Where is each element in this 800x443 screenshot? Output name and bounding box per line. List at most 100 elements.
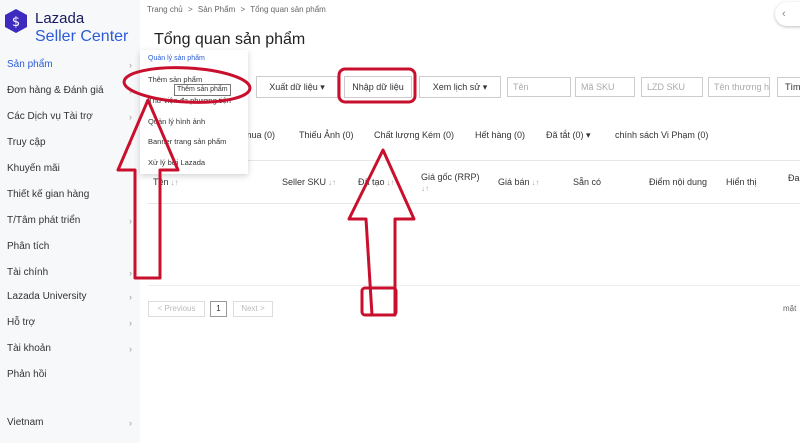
breadcrumb-products[interactable]: Sản Phẩm <box>198 5 235 14</box>
sidebar-item-label: Phản hồi <box>7 369 47 380</box>
sidebar-item-promotions[interactable]: Khuyến mãi <box>0 156 140 182</box>
sidebar-item-account[interactable]: Tài khoản › <box>0 336 140 362</box>
column-price[interactable]: Giá bán ↓↑ <box>498 161 540 205</box>
find-button[interactable]: Tìm <box>777 77 800 97</box>
filter-tab-poor-quality[interactable]: Chất lượng Kém (0) <box>374 130 454 140</box>
breadcrumb-home[interactable]: Trang chủ <box>147 5 183 14</box>
sort-icon: ↓↑ <box>386 177 395 187</box>
filter-tab-policy-violation[interactable]: chính sách Vi Phạm (0) <box>615 130 708 140</box>
collapse-panel-button[interactable]: ‹ <box>775 2 800 26</box>
lazada-heart-icon: $ <box>5 9 27 33</box>
submenu-media-library[interactable]: Thư viện đa phương tiện <box>148 96 231 105</box>
chevron-right-icon: › <box>129 138 132 148</box>
chevron-right-icon: › <box>129 344 132 354</box>
country-label: Vietnam <box>7 417 44 428</box>
sidebar-item-university[interactable]: Lazada University › <box>0 284 140 310</box>
sidebar-item-support[interactable]: Hỗ trợ › <box>0 310 140 336</box>
chevron-right-icon: › <box>129 268 132 278</box>
sidebar-item-label: Khuyến mãi <box>7 163 60 174</box>
import-data-button[interactable]: Nhập dữ liệu <box>344 76 412 98</box>
column-content-score: Điểm nội dung <box>649 177 708 188</box>
breadcrumb-current: Tổng quan sản phẩm <box>250 5 326 14</box>
pagination-page-1[interactable]: 1 <box>210 301 227 317</box>
sidebar-item-label: Truy cập <box>7 137 46 148</box>
sku-search-input[interactable]: Mã SKU <box>575 77 635 97</box>
country-selector[interactable]: Vietnam › <box>0 410 140 436</box>
sidebar-item-growth-center[interactable]: T/Tâm phát triển › <box>0 208 140 234</box>
products-submenu: Quản lý sản phẩm Thêm sản phẩm Thư viện … <box>140 50 248 174</box>
sidebar-item-label: Đơn hàng & Đánh giá <box>7 85 104 96</box>
brand-search-input[interactable]: Tên thương h <box>708 77 770 97</box>
sidebar-item-sponsored[interactable]: Các Dịch vụ Tài trợ › <box>0 104 140 130</box>
history-label: Xem lịch sử <box>432 82 481 92</box>
add-product-tooltip: Thêm sản phẩm <box>174 84 231 96</box>
column-label: Tên <box>153 177 169 188</box>
view-history-button[interactable]: Xem lịch sử ▾ <box>419 76 501 98</box>
sidebar-item-label: Hỗ trợ <box>7 317 36 328</box>
sidebar-item-store-design[interactable]: Thiết kế gian hàng <box>0 182 140 208</box>
app-root: $ Lazada Seller Center Sản phẩm › Đơn hàn… <box>0 0 800 443</box>
sidebar-item-feedback[interactable]: Phản hồi <box>0 362 140 388</box>
chevron-right-icon: › <box>129 216 132 226</box>
per-page-label: mặt <box>783 304 797 313</box>
sidebar-item-products[interactable]: Sản phẩm › <box>0 52 140 78</box>
filter-tab-out-of-stock[interactable]: Hết hàng (0) <box>475 130 525 140</box>
submenu-add-product[interactable]: Thêm sản phẩm <box>148 75 202 84</box>
sort-icon: ↓↑ <box>531 177 540 187</box>
lazada-logo[interactable]: $ Lazada Seller Center <box>4 4 139 48</box>
submenu-product-banner[interactable]: Banner trang sản phẩm <box>148 137 226 146</box>
export-data-button[interactable]: Xuất dữ liệu ▾ <box>256 76 338 98</box>
submenu-fulfilled-by-lazada[interactable]: Xử lý bởi Lazada <box>148 158 205 167</box>
breadcrumb-separator: > <box>240 5 246 14</box>
submenu-header: Quản lý sản phẩm <box>148 55 205 62</box>
chevron-right-icon: › <box>129 318 132 328</box>
sidebar-item-traffic[interactable]: Truy cập › <box>0 130 140 156</box>
chevron-right-icon: › <box>129 60 132 70</box>
sidebar-item-label: Tài khoản <box>7 343 51 354</box>
filter-tab-disabled[interactable]: Đã tắt (0) ▾ <box>546 130 591 141</box>
sidebar-item-label: Thiết kế gian hàng <box>7 189 90 200</box>
chevron-down-icon: ▾ <box>320 82 325 92</box>
filter-tab-sale[interactable]: mua (0) <box>244 130 275 140</box>
column-rrp[interactable]: Giá gốc (RRP) ↓↑ <box>421 161 480 205</box>
logo-text-seller-center: Seller Center <box>35 28 129 45</box>
chevron-left-icon: ‹ <box>782 8 786 20</box>
column-label: Seller SKU <box>282 177 327 188</box>
sidebar-item-orders[interactable]: Đơn hàng & Đánh giá › <box>0 78 140 104</box>
column-created[interactable]: Đã tạo ↓↑ <box>358 161 395 205</box>
chevron-right-icon: › <box>129 292 132 302</box>
sidebar-item-label: Sản phẩm <box>7 59 53 70</box>
sidebar-item-label: Phân tích <box>7 241 50 252</box>
sidebar-item-label: Các Dịch vụ Tài trợ <box>7 111 93 122</box>
column-visible: Hiển thị <box>726 177 757 188</box>
sidebar-item-analytics[interactable]: Phân tích <box>0 234 140 260</box>
column-stock: Sẵn có <box>573 177 602 188</box>
page-title: Tổng quan sản phẩm <box>154 31 306 48</box>
sort-icon: ↓↑ <box>170 177 179 187</box>
name-search-input[interactable]: Tên <box>507 77 571 97</box>
sidebar-item-label: Tài chính <box>7 267 49 278</box>
sidebar-item-label: Lazada University <box>7 291 87 302</box>
chevron-right-icon: › <box>129 418 132 428</box>
chevron-down-icon: ▾ <box>482 82 488 92</box>
lzd-sku-search-input[interactable]: LZD SKU <box>641 77 703 97</box>
chevron-right-icon: › <box>129 112 132 122</box>
chevron-right-icon: › <box>129 86 132 96</box>
breadcrumb: Trang chủ > Sản Phẩm > Tổng quan sản phẩ… <box>147 5 329 14</box>
column-more: Đa <box>788 173 800 183</box>
sidebar-item-finance[interactable]: Tài chính › <box>0 260 140 286</box>
annotation-arrow-right-base <box>360 286 398 317</box>
column-label: Giá bán <box>498 177 530 188</box>
sidebar: $ Lazada Seller Center Sản phẩm › Đơn hàn… <box>0 0 140 443</box>
sort-icon: ↓↑ <box>421 183 429 193</box>
chevron-down-icon: ▾ <box>586 130 591 140</box>
table-bottom-divider <box>148 285 800 286</box>
pagination-next-button[interactable]: Next > <box>233 301 273 317</box>
sort-icon: ↓↑ <box>328 177 337 187</box>
column-seller-sku[interactable]: Seller SKU ↓↑ <box>282 161 336 205</box>
submenu-image-manager[interactable]: Quản lý hình ảnh <box>148 117 205 126</box>
filter-tab-missing-image[interactable]: Thiếu Ảnh (0) <box>299 130 354 140</box>
svg-text:$: $ <box>12 15 20 30</box>
column-label: Đã tạo <box>358 177 385 188</box>
pagination-previous-button[interactable]: < Previous <box>148 301 205 317</box>
